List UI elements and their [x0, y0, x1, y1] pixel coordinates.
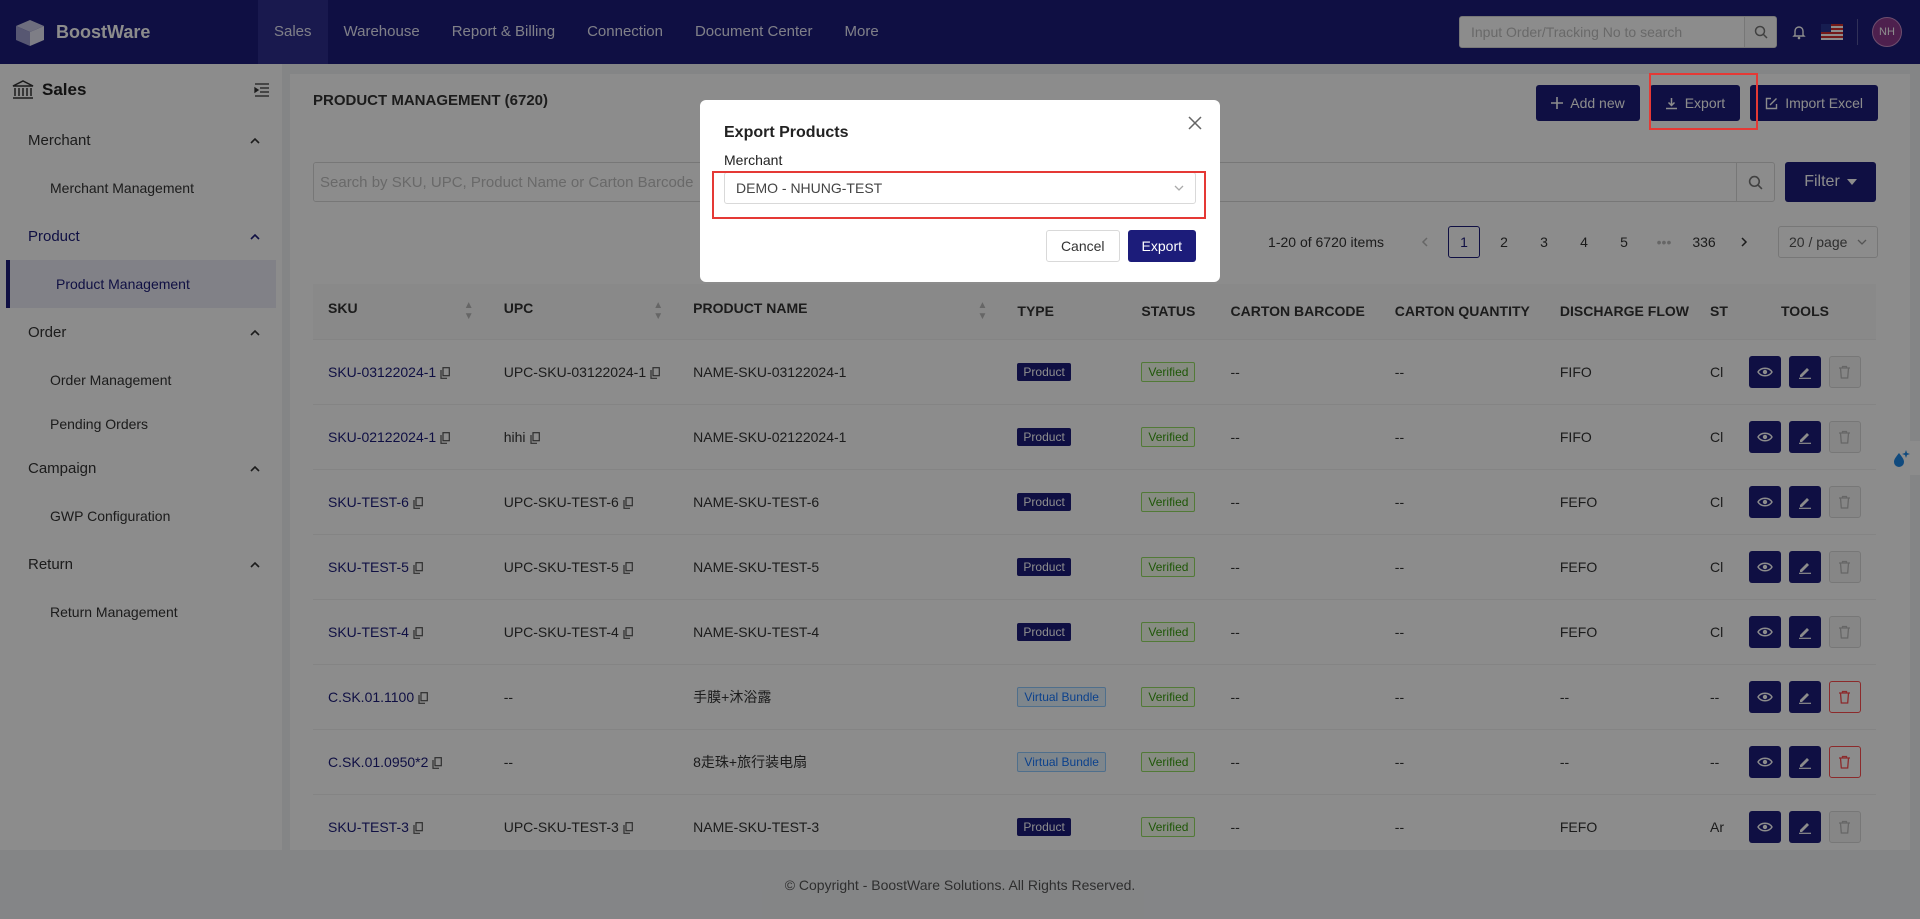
modal-close-button[interactable] [1188, 116, 1202, 133]
merchant-select-highlight [712, 171, 1206, 219]
modal-title: Export Products [724, 124, 849, 141]
export-button-highlight [1649, 73, 1758, 130]
close-icon [1188, 116, 1202, 130]
merchant-label: Merchant [724, 152, 783, 168]
confirm-export-button[interactable]: Export [1127, 230, 1196, 262]
cancel-button[interactable]: Cancel [1045, 230, 1120, 262]
